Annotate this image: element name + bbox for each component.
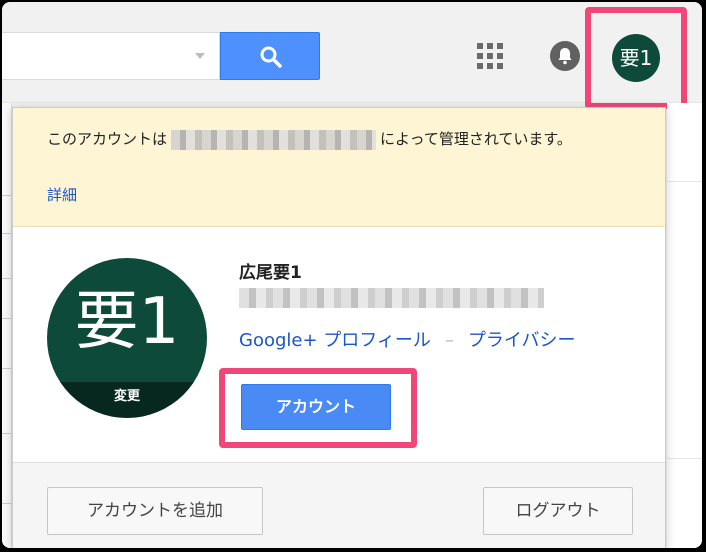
bell-glyph-icon — [558, 48, 572, 65]
account-avatar-button[interactable]: 要1 — [612, 34, 660, 82]
background-panel-strip — [667, 103, 702, 548]
avatar-initials: 要1 — [74, 285, 180, 359]
profile-avatar[interactable]: 要1 変更 — [47, 258, 207, 418]
profile-links: Google+ プロフィール – プライバシー — [239, 326, 576, 352]
search-options-caret-icon[interactable] — [195, 53, 205, 59]
redacted-domain — [171, 129, 377, 150]
account-popup: このアカウントは によって管理されています。 詳細 要1 変更 広尾要1 Goog… — [12, 107, 666, 548]
app-window: 要1 このアカウントは によって管理されています。 詳細 要1 変更 広尾要1 G… — [2, 2, 702, 548]
background-list-strip — [2, 103, 12, 548]
search-button[interactable] — [220, 32, 320, 80]
notice-text: このアカウントは によって管理されています。 — [47, 126, 627, 152]
sign-out-button[interactable]: ログアウト — [483, 487, 633, 535]
privacy-link[interactable]: プライバシー — [468, 330, 576, 351]
add-account-button[interactable]: アカウントを追加 — [47, 487, 263, 535]
profile-link[interactable]: Google+ プロフィール — [239, 330, 431, 351]
notice-text-before: このアカウントは — [47, 130, 168, 148]
apps-grid-icon[interactable] — [477, 43, 503, 69]
bell-icon[interactable] — [550, 41, 580, 71]
redacted-email — [239, 288, 544, 308]
details-link[interactable]: 詳細 — [47, 184, 77, 205]
notice-text-after: によって管理されています。 — [380, 130, 572, 148]
managed-account-notice: このアカウントは によって管理されています。 詳細 — [13, 108, 665, 227]
popup-footer: アカウントを追加 ログアウト — [13, 462, 665, 548]
search-input[interactable] — [2, 32, 220, 80]
top-bar: 要1 — [2, 2, 702, 109]
link-separator: – — [444, 330, 454, 351]
change-photo-button[interactable]: 変更 — [47, 382, 207, 418]
user-name: 広尾要1 — [239, 263, 302, 283]
search-icon — [260, 46, 282, 68]
account-button[interactable]: アカウント — [241, 384, 391, 430]
